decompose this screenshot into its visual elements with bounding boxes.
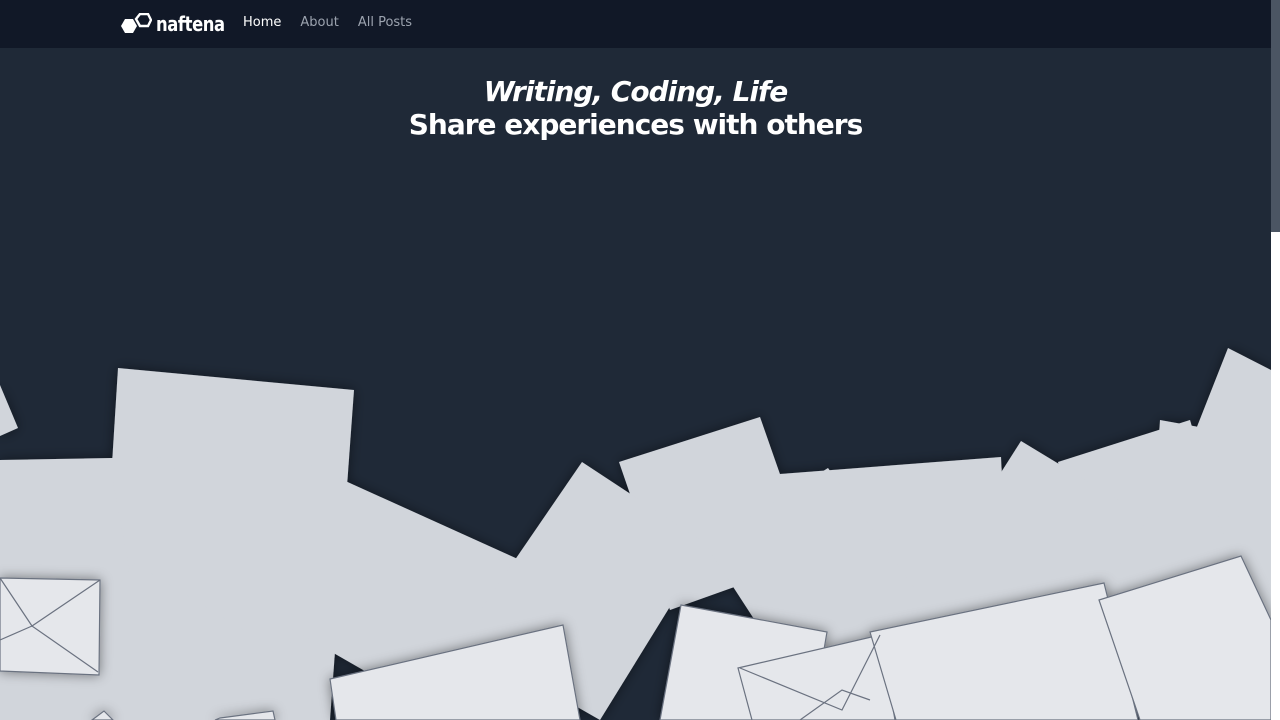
brand-name: naftena xyxy=(156,12,225,36)
nav-link-about[interactable]: About xyxy=(300,14,338,32)
main-nav: Home About All Posts xyxy=(243,14,431,32)
nav-link-home[interactable]: Home xyxy=(243,14,281,32)
brand-logo[interactable]: naftena xyxy=(120,12,240,36)
page: naftena Home About All Posts Writing, Co… xyxy=(0,0,1280,720)
top-navbar: naftena Home About All Posts xyxy=(0,0,1271,48)
hexagon-logo-icon xyxy=(121,13,152,33)
page-scrollbar[interactable] xyxy=(1271,0,1280,720)
hero-section: Writing, Coding, Life Share experiences … xyxy=(0,74,1271,140)
hero-title: Writing, Coding, Life xyxy=(483,75,788,108)
hero-subtitle: Share experiences with others xyxy=(408,108,864,141)
nav-link-all-posts[interactable]: All Posts xyxy=(358,14,412,32)
scrollbar-thumb[interactable] xyxy=(1271,0,1280,232)
